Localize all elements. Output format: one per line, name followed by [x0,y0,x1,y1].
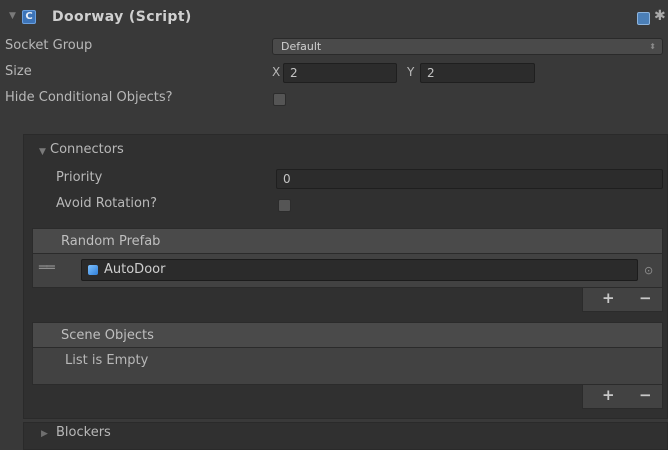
remove-scene-object-button[interactable]: − [639,386,652,404]
socket-group-label: Socket Group [5,38,93,53]
foldout-arrow-down-icon[interactable]: ▼ [39,147,46,157]
priority-label: Priority [56,170,103,185]
avoid-rotation-checkbox[interactable] [278,199,291,212]
prefab-object-value: AutoDoor [104,262,166,277]
dropdown-arrows-icon: ⬍ [649,42,656,51]
random-prefab-list-header: Random Prefab [32,228,663,254]
foldout-arrow-right-icon[interactable]: ▶ [41,429,48,439]
list-item[interactable]: ══ AutoDoor ⊙ [33,254,662,287]
gear-icon[interactable]: ✱ [654,9,666,23]
hide-conditional-label: Hide Conditional Objects? [5,90,173,105]
foldout-arrow-down-icon[interactable]: ▼ [9,12,16,21]
size-x-label: X [272,65,281,79]
hide-conditional-checkbox[interactable] [273,93,286,106]
socket-group-value: Default [281,40,322,53]
prefab-object-field[interactable]: AutoDoor [81,259,638,281]
size-y-input[interactable]: 2 [420,63,535,83]
socket-group-dropdown[interactable]: Default ⬍ [272,38,663,55]
help-book-icon[interactable] [637,12,650,25]
component-header[interactable]: ▼ C Doorway (Script) ✱ [0,0,668,30]
remove-prefab-button[interactable]: − [639,289,652,307]
size-y-label: Y [407,65,415,79]
list-empty-text: List is Empty [65,353,149,368]
object-picker-icon[interactable]: ⊙ [644,264,653,277]
priority-input[interactable]: 0 [276,169,663,189]
add-scene-object-button[interactable]: + [602,386,615,404]
scene-objects-list-header: Scene Objects [32,322,663,348]
size-label: Size [5,64,32,79]
csharp-script-icon: C [22,10,36,24]
size-x-input[interactable]: 2 [283,63,397,83]
random-prefab-footer: + − [582,288,663,312]
add-prefab-button[interactable]: + [602,289,615,307]
prefab-icon [88,265,98,275]
blockers-foldout-label[interactable]: Blockers [56,425,111,440]
connectors-foldout-label[interactable]: Connectors [50,142,124,157]
random-prefab-list: ══ AutoDoor ⊙ [32,254,663,288]
blockers-panel [23,422,668,450]
scene-objects-list: List is Empty [32,348,663,385]
scene-objects-footer: + − [582,385,663,409]
avoid-rotation-label: Avoid Rotation? [56,196,158,211]
component-title: Doorway (Script) [52,9,192,25]
drag-handle-icon[interactable]: ══ [39,260,55,276]
